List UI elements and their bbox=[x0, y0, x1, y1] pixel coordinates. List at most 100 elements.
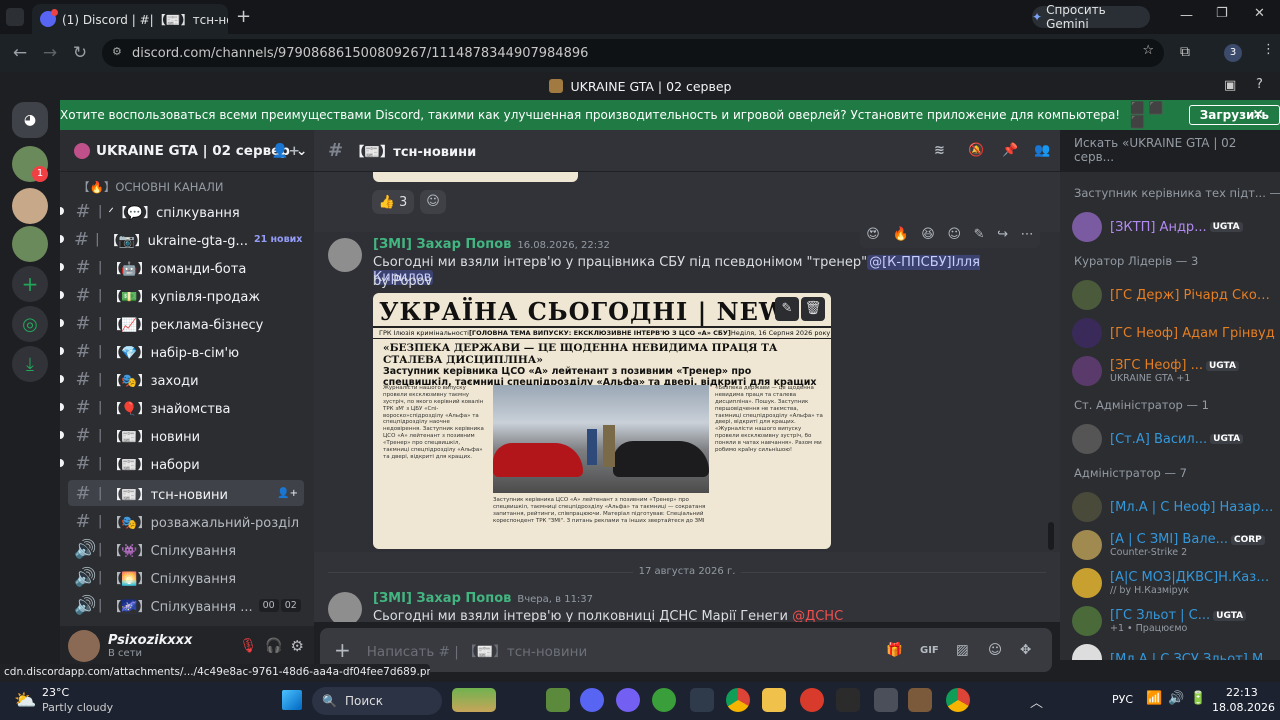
author-avatar[interactable] bbox=[328, 592, 362, 622]
channel-category[interactable]: 【🔥】ОСНОВНІ КАНАЛИ bbox=[78, 179, 223, 195]
newspaper-attachment[interactable]: УКРАЇНА СЬОГОДНІ | NEW ГРК Ілюзія кримін… bbox=[373, 293, 831, 549]
minimize-button[interactable]: — bbox=[1180, 8, 1193, 23]
clock-date[interactable]: 18.08.2026 bbox=[1212, 701, 1275, 714]
channel-item[interactable]: # | 【📰】тсн-новини 👤+ bbox=[68, 480, 304, 506]
member-item[interactable]: [ГС Зльот | С... UGTA +1 • Працюємо bbox=[1068, 602, 1276, 640]
edit-message-icon[interactable]: ✎ bbox=[974, 227, 985, 242]
taskbar-app-torrent-icon[interactable] bbox=[652, 688, 676, 712]
help-icon[interactable]: ? bbox=[1256, 77, 1263, 92]
sticker-icon[interactable]: ▨ bbox=[956, 642, 969, 658]
channel-item[interactable]: # | 【🎭】заходи bbox=[68, 366, 304, 392]
delete-attachment-icon[interactable]: 🗑 bbox=[801, 297, 825, 321]
wifi-icon[interactable]: 📶 bbox=[1146, 691, 1162, 706]
member-item[interactable]: [ГС Держ] Річард Скоро... bbox=[1068, 276, 1276, 314]
channel-item[interactable]: 🔊 | 【🌅】Спілкування bbox=[68, 564, 304, 590]
role-mention[interactable]: @ДСНС bbox=[792, 609, 843, 622]
member-item[interactable]: [Мл.А | С Неоф] Назар М... bbox=[1068, 488, 1276, 526]
user-avatar[interactable] bbox=[68, 630, 100, 662]
upload-plus-icon[interactable]: + bbox=[334, 638, 351, 662]
profile-avatar[interactable]: 3 bbox=[1224, 44, 1242, 62]
message-author[interactable]: [ЗМІ] Захар Попов bbox=[373, 591, 511, 606]
quick-react-fire-icon[interactable]: 🔥 bbox=[892, 227, 908, 242]
reaction-thumbs-up[interactable]: 👍 3 bbox=[372, 190, 414, 214]
server-icon-3[interactable] bbox=[12, 226, 48, 262]
tab-search-icon[interactable] bbox=[6, 8, 24, 26]
taskbar-app-chrome-icon[interactable] bbox=[726, 688, 750, 712]
edit-attachment-icon[interactable]: ✎ bbox=[775, 297, 799, 321]
server-icon-2[interactable] bbox=[12, 188, 48, 224]
maximize-button[interactable]: ❐ bbox=[1216, 6, 1228, 21]
taskbar-app-game-icon[interactable] bbox=[452, 688, 496, 712]
message[interactable]: [ЗМІ] Захар Попов 16.08.2026, 22:32 Сього… bbox=[314, 232, 1060, 552]
threads-icon[interactable]: ≋ bbox=[934, 143, 945, 158]
back-icon[interactable]: ← bbox=[6, 39, 34, 67]
gif-icon[interactable]: GIF bbox=[920, 645, 939, 656]
emoji-icon[interactable]: ☺ bbox=[988, 642, 1002, 658]
chat-scrollbar[interactable] bbox=[1048, 522, 1054, 550]
channel-item[interactable]: # | 【📰】новини bbox=[68, 422, 304, 448]
channel-item[interactable]: # | ᐟ【💬】спілкування bbox=[68, 198, 304, 224]
extensions-icon[interactable]: ⧉ bbox=[1180, 44, 1190, 60]
taskbar-app-calculator-icon[interactable] bbox=[874, 688, 898, 712]
start-icon[interactable] bbox=[282, 690, 302, 710]
member-item[interactable]: [ГС Неоф] Адам Грінвуд bbox=[1068, 314, 1276, 352]
member-item[interactable]: [Ст.А] Васил... UGTA bbox=[1068, 420, 1276, 458]
taskbar-app-photo-icon[interactable] bbox=[908, 688, 932, 712]
channel-item[interactable]: # | 【📷】ukraine-gta-g... 21 нових bbox=[68, 226, 304, 252]
download-apps-icon[interactable]: ⤓ bbox=[12, 346, 48, 382]
taskbar-app-discord-icon[interactable] bbox=[580, 688, 604, 712]
address-bar[interactable]: ⚙ discord.com/channels/97908686150080926… bbox=[102, 39, 1164, 67]
add-reaction-icon[interactable]: ☺ bbox=[947, 227, 961, 242]
site-info-icon[interactable]: ⚙ bbox=[112, 45, 122, 58]
explore-icon[interactable]: ◎ bbox=[12, 306, 48, 342]
weather-temp[interactable]: 23°C bbox=[42, 686, 69, 699]
channel-item[interactable]: # | 【🤖】команди-бота bbox=[68, 254, 304, 280]
previous-attachment[interactable] bbox=[373, 172, 578, 182]
channel-item[interactable]: # | 【💎】набір-в-сім'ю bbox=[68, 338, 304, 364]
taskbar-app-viber-icon[interactable] bbox=[616, 688, 640, 712]
notifications-icon[interactable]: 🔕 bbox=[968, 143, 984, 158]
member-item[interactable]: [ЗГС Неоф] ... UGTA UKRAINE GTA +1 bbox=[1068, 352, 1276, 390]
reload-icon[interactable]: ↻ bbox=[66, 39, 94, 67]
create-invite-icon[interactable]: 👤+ bbox=[277, 488, 298, 499]
message[interactable]: [ЗМІ] Захар Попов Вчера, в 11:37 Сьогодні… bbox=[314, 590, 1060, 622]
invite-icon[interactable]: 👤+ bbox=[272, 143, 300, 159]
weather-icon[interactable]: ⛅ bbox=[14, 690, 36, 711]
taskbar-search[interactable]: 🔍 Поиск bbox=[312, 687, 442, 715]
quick-react-laugh-icon[interactable]: 😆 bbox=[921, 227, 935, 242]
browser-menu-icon[interactable]: ⋮ bbox=[1262, 42, 1275, 57]
more-options-icon[interactable]: ⋯ bbox=[1021, 227, 1034, 242]
forward-icon[interactable]: → bbox=[36, 39, 64, 67]
server-header[interactable]: UKRAINE GTA | 02 сервер ⌄ 👤+ bbox=[60, 130, 314, 172]
search-input[interactable]: Искать «UKRAINE GTA | 02 серв... bbox=[1066, 136, 1272, 164]
member-item[interactable]: [Мл.А | С ЗСУ,Зльот] M... bbox=[1068, 640, 1276, 660]
channel-item[interactable]: # | 【📈】реклама-бізнесу bbox=[68, 310, 304, 336]
channel-item[interactable]: # | 【💵】купівля-продаж bbox=[68, 282, 304, 308]
username[interactable]: Psixozikxxx bbox=[108, 633, 192, 648]
member-item[interactable]: [А|С МОЗ|ДКВС]Н.Казмі...// by Н.Казмірук bbox=[1068, 564, 1276, 602]
taskbar-app-terminal-icon[interactable] bbox=[836, 688, 860, 712]
taskbar-app-chrome-active-icon[interactable] bbox=[946, 688, 970, 712]
channel-item[interactable]: # | 【🎭】розважальний-розділ bbox=[68, 508, 304, 534]
tray-chevron-icon[interactable]: ︿ bbox=[1030, 692, 1043, 711]
channel-item[interactable]: # | 【📰】набори bbox=[68, 450, 304, 476]
quick-react-heart-eyes-icon[interactable]: 😍 bbox=[866, 227, 880, 242]
message-author[interactable]: [ЗМІ] Захар Попов bbox=[373, 237, 511, 252]
language-indicator[interactable]: РУС bbox=[1112, 693, 1133, 706]
settings-gear-icon[interactable]: ⚙ bbox=[291, 637, 304, 655]
member-item[interactable]: [ЗКТП] Андр... UGTA bbox=[1068, 208, 1276, 246]
banner-close-icon[interactable]: ✕ bbox=[1252, 107, 1264, 123]
battery-icon[interactable]: 🔋 bbox=[1190, 691, 1206, 706]
gemini-button[interactable]: ✦ Спросить Gemini bbox=[1032, 3, 1150, 31]
pinned-icon[interactable]: 📌 bbox=[1002, 143, 1018, 158]
close-window-button[interactable]: ✕ bbox=[1254, 6, 1265, 21]
browser-tab[interactable]: (1) Discord | #|【📰】тсн-новини ✕ bbox=[32, 4, 228, 34]
inbox-icon[interactable]: ▣ bbox=[1224, 78, 1236, 93]
channel-item[interactable]: # | 【🎈】знайомства bbox=[68, 394, 304, 420]
gift-icon[interactable]: 🎁 bbox=[886, 642, 903, 658]
new-tab-button[interactable]: + bbox=[236, 6, 251, 27]
reply-icon[interactable]: ↪ bbox=[997, 227, 1008, 242]
add-server-icon[interactable]: + bbox=[12, 266, 48, 302]
author-avatar[interactable] bbox=[328, 238, 362, 272]
clock-time[interactable]: 22:13 bbox=[1226, 686, 1258, 699]
